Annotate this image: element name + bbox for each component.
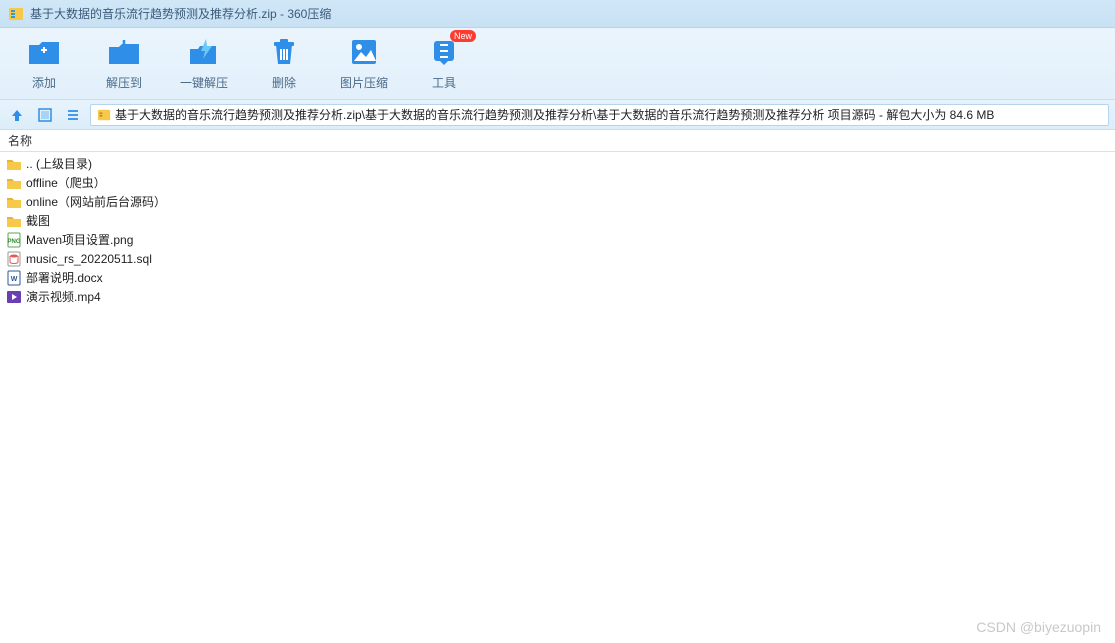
folder-icon xyxy=(6,194,22,210)
file-name: Maven项目设置.png xyxy=(26,231,133,248)
file-name: offline（爬虫） xyxy=(26,174,106,191)
png-icon: PNG xyxy=(6,232,22,248)
svg-text:W: W xyxy=(11,276,18,283)
view-large-icons-button[interactable] xyxy=(34,104,56,126)
window-title: 基于大数据的音乐流行趋势预测及推荐分析.zip - 360压缩 xyxy=(30,5,331,22)
docx-icon: W xyxy=(6,270,22,286)
tools-button[interactable]: New 工具 xyxy=(420,36,468,91)
file-row[interactable]: W 部署说明.docx xyxy=(4,268,1111,287)
watermark: CSDN @biyezuopin xyxy=(976,619,1101,635)
delete-button[interactable]: 删除 xyxy=(260,36,308,91)
column-header[interactable]: 名称 xyxy=(0,130,1115,152)
one-click-extract-icon xyxy=(186,36,222,68)
new-badge: New xyxy=(450,30,476,42)
folder-icon xyxy=(6,175,22,191)
file-list: .. (上级目录)offline（爬虫）online（网站前后台源码）截图PNG… xyxy=(0,152,1115,308)
image-compress-button[interactable]: 图片压缩 xyxy=(340,36,388,91)
one-click-extract-button[interactable]: 一键解压 xyxy=(180,36,228,91)
file-row[interactable]: music_rs_20220511.sql xyxy=(4,249,1111,268)
delete-label: 删除 xyxy=(272,74,296,91)
svg-text:PNG: PNG xyxy=(7,239,20,245)
file-row[interactable]: PNG Maven项目设置.png xyxy=(4,230,1111,249)
mp4-icon xyxy=(6,289,22,305)
add-icon xyxy=(26,36,62,68)
path-input[interactable]: 基于大数据的音乐流行趋势预测及推荐分析.zip\基于大数据的音乐流行趋势预测及推… xyxy=(90,104,1109,126)
file-row[interactable]: offline（爬虫） xyxy=(4,173,1111,192)
extract-to-label: 解压到 xyxy=(106,74,142,91)
view-list-button[interactable] xyxy=(62,104,84,126)
path-text: 基于大数据的音乐流行趋势预测及推荐分析.zip\基于大数据的音乐流行趋势预测及推… xyxy=(115,106,994,123)
sql-icon xyxy=(6,251,22,267)
delete-icon xyxy=(266,36,302,68)
title-bar: 基于大数据的音乐流行趋势预测及推荐分析.zip - 360压缩 xyxy=(0,0,1115,28)
file-name: 演示视频.mp4 xyxy=(26,288,101,305)
toolbar: 添加 解压到 一键解压 删除 图片压缩 New 工具 xyxy=(0,28,1115,100)
archive-icon xyxy=(97,108,111,122)
add-label: 添加 xyxy=(32,74,56,91)
folder-icon xyxy=(6,213,22,229)
file-name: 部署说明.docx xyxy=(26,269,103,286)
file-row[interactable]: 演示视频.mp4 xyxy=(4,287,1111,306)
app-icon xyxy=(8,6,24,22)
navigation-bar: 基于大数据的音乐流行趋势预测及推荐分析.zip\基于大数据的音乐流行趋势预测及推… xyxy=(0,100,1115,130)
file-row[interactable]: 截图 xyxy=(4,211,1111,230)
file-row[interactable]: .. (上级目录) xyxy=(4,154,1111,173)
tools-label: 工具 xyxy=(432,74,456,91)
extract-to-icon xyxy=(106,36,142,68)
image-compress-icon xyxy=(346,36,382,68)
one-click-extract-label: 一键解压 xyxy=(180,74,228,91)
file-name: music_rs_20220511.sql xyxy=(26,252,152,266)
file-name: 截图 xyxy=(26,212,50,229)
file-row[interactable]: online（网站前后台源码） xyxy=(4,192,1111,211)
file-name: .. (上级目录) xyxy=(26,155,92,172)
extract-to-button[interactable]: 解压到 xyxy=(100,36,148,91)
file-name: online（网站前后台源码） xyxy=(26,193,166,210)
add-button[interactable]: 添加 xyxy=(20,36,68,91)
column-name-label: 名称 xyxy=(8,132,32,149)
image-compress-label: 图片压缩 xyxy=(340,74,388,91)
up-arrow-button[interactable] xyxy=(6,104,28,126)
folder-icon xyxy=(6,156,22,172)
